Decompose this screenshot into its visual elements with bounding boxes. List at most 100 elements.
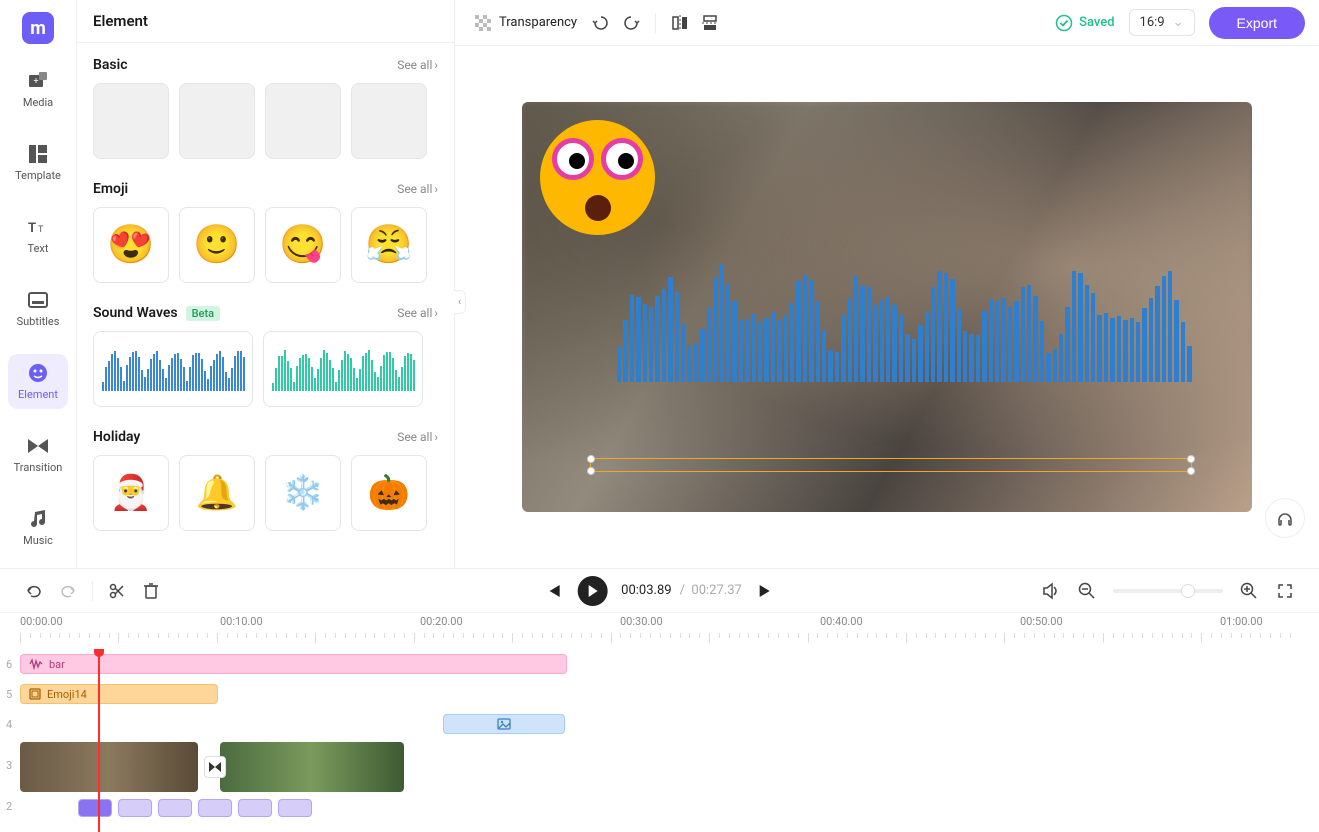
flip-horizontal-button[interactable] [670, 13, 690, 33]
left-sidebar: m + Media Template TT Text Subtitles Ele… [0, 0, 77, 568]
clip-soundwave[interactable]: bar [20, 654, 567, 674]
emoji-thumb[interactable]: 😤 [351, 207, 427, 283]
tracks-container[interactable]: 6 bar 5 Emoji14 4 3 [0, 649, 1319, 832]
canvas-stage[interactable] [455, 46, 1319, 568]
audio-clip[interactable] [78, 799, 112, 817]
export-button[interactable]: Export [1209, 7, 1305, 39]
track-row[interactable]: 5 Emoji14 [20, 679, 1319, 709]
element-panel: Element Basic See all› Emoji Se [77, 0, 455, 568]
soundwave-thumb-green[interactable] [263, 331, 423, 407]
rotate-right-button[interactable] [621, 13, 641, 33]
selection-handles[interactable] [590, 458, 1192, 472]
chevron-right-icon: › [434, 306, 438, 320]
soundwave-overlay[interactable] [617, 252, 1192, 382]
current-time: 00:03.89 [621, 583, 671, 598]
video-clip[interactable] [220, 742, 404, 792]
redo-button[interactable] [58, 581, 78, 601]
playhead[interactable] [98, 649, 100, 832]
section-basic: Basic See all› [93, 57, 438, 159]
chevron-down-icon: ⌄ [1173, 15, 1184, 30]
see-all-holiday[interactable]: See all› [397, 430, 438, 444]
audio-clip[interactable] [118, 799, 152, 817]
transparency-icon [473, 13, 493, 33]
sidebar-item-transition[interactable]: Transition [8, 427, 68, 482]
chevron-right-icon: › [434, 182, 438, 196]
clip-image[interactable] [443, 714, 565, 734]
timeline-ruler[interactable]: 00:00.00 00:10.00 00:20.00 00:30.00 00:4… [0, 613, 1319, 649]
sidebar-label: Template [15, 169, 61, 182]
transition-icon [27, 435, 49, 457]
section-soundwaves: Sound WavesBeta See all› [93, 305, 438, 407]
soundwave-thumb-blue[interactable] [93, 331, 253, 407]
basic-thumb[interactable] [93, 83, 169, 159]
audio-support-button[interactable] [1265, 498, 1305, 538]
aspect-ratio-select[interactable]: 16:9 ⌄ [1129, 9, 1195, 36]
audio-clip[interactable] [238, 799, 272, 817]
beta-badge: Beta [186, 306, 220, 321]
sidebar-item-subtitles[interactable]: Subtitles [8, 281, 68, 336]
basic-thumb[interactable] [351, 83, 427, 159]
media-icon: + [27, 70, 49, 92]
video-clip[interactable] [20, 742, 198, 792]
zoom-slider[interactable] [1113, 589, 1223, 593]
holiday-thumb[interactable]: 🎅 [93, 455, 169, 531]
rotate-left-button[interactable] [591, 13, 611, 33]
track-row[interactable]: 2 [20, 795, 1319, 817]
audio-clip[interactable] [198, 799, 232, 817]
video-preview[interactable] [522, 102, 1252, 512]
sidebar-item-music[interactable]: Music [8, 500, 68, 555]
audio-clip[interactable] [278, 799, 312, 817]
app-logo[interactable]: m [22, 12, 54, 44]
transparency-button[interactable]: Transparency [469, 9, 581, 37]
basic-thumb[interactable] [179, 83, 255, 159]
holiday-thumb[interactable]: 🎃 [351, 455, 427, 531]
prev-frame-button[interactable] [543, 581, 563, 601]
holiday-thumb[interactable]: ❄️ [265, 455, 341, 531]
audio-clip[interactable] [158, 799, 192, 817]
saved-status: Saved [1055, 14, 1114, 32]
transition-badge[interactable] [204, 756, 226, 778]
see-all-basic[interactable]: See all› [397, 58, 438, 72]
delete-button[interactable] [141, 581, 161, 601]
split-button[interactable] [107, 581, 127, 601]
undo-button[interactable] [24, 581, 44, 601]
sidebar-item-template[interactable]: Template [8, 135, 68, 190]
holiday-thumb[interactable]: 🔔 [179, 455, 255, 531]
emoji-thumb[interactable]: 🙂 [179, 207, 255, 283]
svg-text:T: T [28, 221, 36, 235]
element-icon [29, 688, 41, 700]
see-all-soundwaves[interactable]: See all› [397, 306, 438, 320]
track-row[interactable]: 3 [20, 739, 1319, 795]
basic-thumb[interactable] [265, 83, 341, 159]
check-circle-icon [1055, 14, 1073, 32]
element-icon [27, 362, 49, 384]
emoji-overlay[interactable] [540, 120, 655, 235]
fit-timeline-button[interactable] [1275, 581, 1295, 601]
sidebar-label: Media [23, 96, 53, 109]
sidebar-label: Text [28, 242, 49, 255]
zoom-in-button[interactable] [1239, 581, 1259, 601]
section-holiday: Holiday See all› 🎅 🔔 ❄️ 🎃 [93, 429, 438, 531]
sidebar-item-media[interactable]: + Media [8, 62, 68, 117]
svg-text:T: T [38, 225, 44, 235]
sidebar-item-text[interactable]: TT Text [8, 208, 68, 263]
template-icon [27, 143, 49, 165]
canvas-area: Transparency Saved 16:9 ⌄ Export [455, 0, 1319, 568]
zoom-out-button[interactable] [1077, 581, 1097, 601]
timeline: 00:03.89 / 00:27.37 00:00.00 00:10.00 00… [0, 568, 1319, 832]
chevron-right-icon: › [434, 58, 438, 72]
svg-text:+: + [33, 77, 38, 87]
see-all-emoji[interactable]: See all› [397, 182, 438, 196]
track-row[interactable]: 4 [20, 709, 1319, 739]
next-frame-button[interactable] [756, 581, 776, 601]
clip-emoji[interactable]: Emoji14 [20, 684, 218, 704]
text-icon: TT [27, 216, 49, 238]
chevron-right-icon: › [434, 430, 438, 444]
sidebar-item-element[interactable]: Element [8, 354, 68, 409]
volume-button[interactable] [1041, 581, 1061, 601]
emoji-thumb[interactable]: 😍 [93, 207, 169, 283]
play-button[interactable] [577, 576, 607, 606]
flip-vertical-button[interactable] [700, 13, 720, 33]
emoji-thumb[interactable]: 😋 [265, 207, 341, 283]
track-row[interactable]: 6 bar [20, 649, 1319, 679]
